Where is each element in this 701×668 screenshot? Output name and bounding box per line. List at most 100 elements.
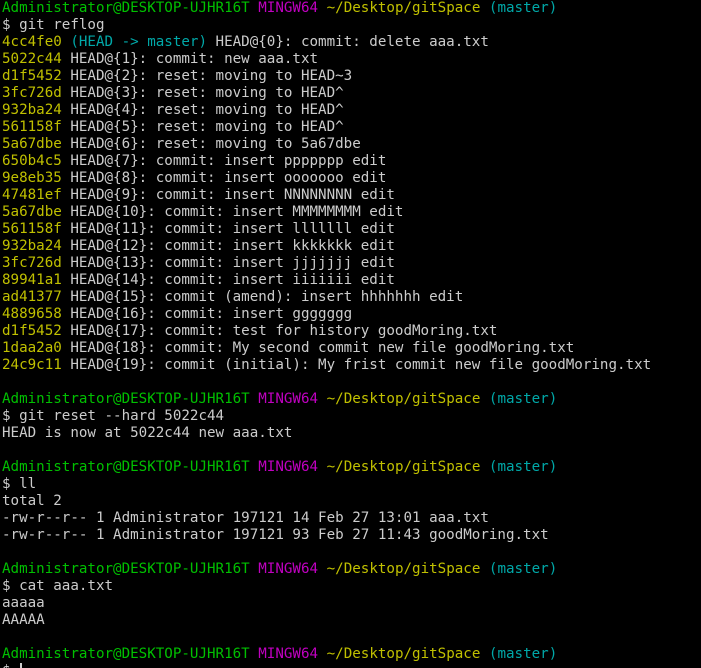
reflog-text: HEAD@{5}: reset: moving to HEAD^ (61, 119, 344, 135)
prompt-path: ~/Desktop/gitSpace (326, 391, 481, 407)
head-ref-label: (HEAD -> master) (70, 34, 208, 50)
reflog-entry: 47481ef HEAD@{9}: commit: insert NNNNNNN… (2, 187, 701, 204)
reflog-entry: 932ba24 HEAD@{12}: commit: insert kkkkkk… (2, 238, 701, 255)
commit-hash: 1daa2a0 (2, 340, 62, 356)
commit-hash: 932ba24 (2, 102, 62, 118)
reflog-entry: ad41377 HEAD@{15}: commit (amend): inser… (2, 289, 701, 306)
reflog-text: HEAD@{8}: commit: insert ooooooo edit (61, 170, 387, 186)
prompt-msystem: MINGW64 (258, 0, 319, 16)
prompt-branch: (master) (488, 646, 558, 662)
reflog-text: HEAD@{3}: reset: moving to HEAD^ (61, 85, 344, 101)
reflog-entry: d1f5452 HEAD@{2}: reset: moving to HEAD~… (2, 68, 701, 85)
reflog-entry: 3fc726d HEAD@{13}: commit: insert jjjjjj… (2, 255, 701, 272)
commit-hash: d1f5452 (2, 68, 62, 84)
terminal-window[interactable]: Administrator@DESKTOP-UJHR16T MINGW64 ~/… (0, 0, 701, 668)
reflog-text: HEAD@{16}: commit: insert ggggggg (61, 306, 353, 322)
prompt-line: Administrator@DESKTOP-UJHR16T MINGW64 ~/… (2, 459, 701, 476)
prompt-branch: (master) (488, 0, 558, 16)
commit-hash: 4889658 (2, 306, 62, 322)
command-line: $ ll (2, 476, 37, 492)
commit-hash: 5a67dbe (2, 204, 62, 220)
output-line: aaaaa (2, 595, 45, 611)
commit-hash: 561158f (2, 119, 62, 135)
reflog-entry: 9e8eb35 HEAD@{8}: commit: insert ooooooo… (2, 170, 701, 187)
prompt-path: ~/Desktop/gitSpace (326, 646, 481, 662)
commit-hash: 89941a1 (2, 272, 62, 288)
reflog-entry: 1daa2a0 HEAD@{18}: commit: My second com… (2, 340, 701, 357)
commit-hash: 24c9c11 (2, 357, 62, 373)
command-line: $ cat aaa.txt (2, 578, 114, 594)
reflog-entry: 650b4c5 HEAD@{7}: commit: insert ppppppp… (2, 153, 701, 170)
prompt-line: Administrator@DESKTOP-UJHR16T MINGW64 ~/… (2, 391, 701, 408)
prompt-user-host: Administrator@DESKTOP-UJHR16T (2, 646, 250, 662)
commit-hash: ad41377 (2, 289, 62, 305)
commit-hash: d1f5452 (2, 323, 62, 339)
prompt-line: Administrator@DESKTOP-UJHR16T MINGW64 ~/… (2, 561, 701, 578)
reflog-text: HEAD@{19}: commit (initial): My frist co… (61, 357, 652, 373)
reflog-list: 5022c44 HEAD@{1}: commit: new aaa.txt d1f… (2, 51, 701, 374)
command-line: $ git reflog (2, 17, 105, 33)
prompt-path: ~/Desktop/gitSpace (326, 561, 481, 577)
output-line: -rw-r--r-- 1 Administrator 197121 93 Feb… (2, 527, 549, 543)
commit-hash: 5022c44 (2, 51, 62, 67)
commit-hash: 650b4c5 (2, 153, 62, 169)
reflog-text: HEAD@{13}: commit: insert jjjjjjj edit (61, 255, 395, 271)
reflog-entry: 561158f HEAD@{5}: reset: moving to HEAD^ (2, 119, 701, 136)
prompt-msystem: MINGW64 (258, 391, 319, 407)
output-line: total 2 (2, 493, 62, 509)
reflog-entry: 932ba24 HEAD@{4}: reset: moving to HEAD^ (2, 102, 701, 119)
reflog-entry: 5022c44 HEAD@{1}: commit: new aaa.txt (2, 51, 701, 68)
reflog-text: HEAD@{17}: commit: test for history good… (61, 323, 498, 339)
reflog-entry: 561158f HEAD@{11}: commit: insert llllll… (2, 221, 701, 238)
reflog-text: HEAD@{18}: commit: My second commit new … (61, 340, 575, 356)
command-line: $ git reset --hard 5022c44 (2, 408, 225, 424)
prompt-line: Administrator@DESKTOP-UJHR16T MINGW64 ~/… (2, 0, 701, 17)
reflog-text: HEAD@{15}: commit (amend): insert hhhhhh… (61, 289, 464, 305)
reflog-entry: 89941a1 HEAD@{14}: commit: insert iiiiii… (2, 272, 701, 289)
command-input-line[interactable]: $ (2, 663, 701, 668)
reflog-entry: 4889658 HEAD@{16}: commit: insert gggggg… (2, 306, 701, 323)
prompt-branch: (master) (488, 391, 558, 407)
prompt-branch: (master) (488, 561, 558, 577)
reflog-text: HEAD@{14}: commit: insert iiiiiii edit (61, 272, 395, 288)
prompt-user-host: Administrator@DESKTOP-UJHR16T (2, 561, 250, 577)
prompt-path: ~/Desktop/gitSpace (326, 459, 481, 475)
prompt-user-host: Administrator@DESKTOP-UJHR16T (2, 0, 250, 16)
prompt-path: ~/Desktop/gitSpace (326, 0, 481, 16)
reflog-text: HEAD@{4}: reset: moving to HEAD^ (61, 102, 344, 118)
reflog-head-entry: 4cc4fe0 (HEAD -> master) HEAD@{0}: commi… (2, 34, 701, 51)
prompt-line: Administrator@DESKTOP-UJHR16T MINGW64 ~/… (2, 646, 701, 663)
output-line: HEAD is now at 5022c44 new aaa.txt (2, 425, 293, 441)
output-line: -rw-r--r-- 1 Administrator 197121 14 Feb… (2, 510, 489, 526)
reflog-entry: 5a67dbe HEAD@{6}: reset: moving to 5a67d… (2, 136, 701, 153)
command-prompt-symbol: $ (2, 663, 19, 668)
reflog-text: HEAD@{12}: commit: insert kkkkkkk edit (61, 238, 395, 254)
commit-hash: 3fc726d (2, 255, 62, 271)
reflog-text: HEAD@{1}: commit: new aaa.txt (61, 51, 319, 67)
commit-hash: 9e8eb35 (2, 170, 62, 186)
commit-hash: 5a67dbe (2, 136, 62, 152)
prompt-msystem: MINGW64 (258, 561, 319, 577)
reflog-text: HEAD@{9}: commit: insert NNNNNNNN edit (61, 187, 395, 203)
prompt-user-host: Administrator@DESKTOP-UJHR16T (2, 391, 250, 407)
reflog-entry: d1f5452 HEAD@{17}: commit: test for hist… (2, 323, 701, 340)
prompt-user-host: Administrator@DESKTOP-UJHR16T (2, 459, 250, 475)
reflog-entry: 24c9c11 HEAD@{19}: commit (initial): My … (2, 357, 701, 374)
output-line: AAAAA (2, 612, 45, 628)
commit-hash: 932ba24 (2, 238, 62, 254)
prompt-msystem: MINGW64 (258, 459, 319, 475)
prompt-msystem: MINGW64 (258, 646, 319, 662)
reflog-entry: 5a67dbe HEAD@{10}: commit: insert MMMMMM… (2, 204, 701, 221)
reflog-text: HEAD@{11}: commit: insert lllllll edit (61, 221, 395, 237)
commit-hash: 561158f (2, 221, 62, 237)
reflog-text: HEAD@{2}: reset: moving to HEAD~3 (61, 68, 353, 84)
commit-hash: 47481ef (2, 187, 62, 203)
reflog-entry: 3fc726d HEAD@{3}: reset: moving to HEAD^ (2, 85, 701, 102)
reflog-text: HEAD@{7}: commit: insert ppppppp edit (61, 153, 387, 169)
commit-hash: 3fc726d (2, 85, 62, 101)
commit-hash: 4cc4fe0 (2, 34, 62, 50)
